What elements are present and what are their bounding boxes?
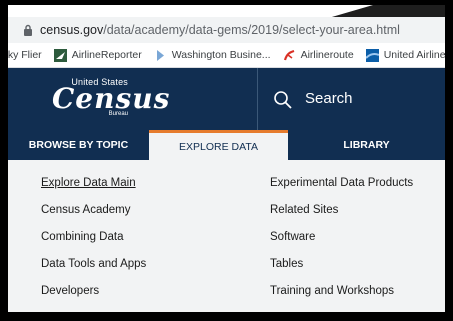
menu-link-training-and-workshops[interactable]: Training and Workshops [270,285,394,297]
menu-link-data-tools-and-apps[interactable]: Data Tools and Apps [41,258,146,270]
explore-data-menu: Explore Data Main Census Academy Combini… [8,160,445,312]
logo-main-text: Census [52,82,171,115]
united-airlines-icon [365,48,379,62]
search-icon[interactable] [273,90,293,110]
browser-window: census.gov/data/academy/data-gems/2019/s… [8,5,445,312]
bookmark-item[interactable]: United Airlines [365,48,445,62]
menu-link-census-academy[interactable]: Census Academy [41,204,131,216]
menu-link-developers[interactable]: Developers [41,285,99,297]
site-header: United States Census Bureau Search [8,68,445,130]
menu-link-related-sites[interactable]: Related Sites [270,204,338,216]
airline-reporter-icon [53,48,67,62]
menu-link-tables[interactable]: Tables [270,258,303,270]
bookmark-label: AirlineReporter [71,49,142,61]
main-nav: BROWSE BY TOPIC EXPLORE DATA LIBRARY [8,130,445,160]
menu-link-experimental-data-products[interactable]: Experimental Data Products [270,177,413,189]
url-path: /data/academy/data-gems/2019/select-your… [103,23,400,37]
bookmark-label: Airlineroute [300,49,354,61]
bookmark-item[interactable]: AirlineReporter [53,48,142,62]
lock-icon[interactable] [20,22,36,38]
menu-link-software[interactable]: Software [270,231,315,243]
tab-explore-data[interactable]: EXPLORE DATA [149,130,288,160]
tab-library[interactable]: LIBRARY [288,130,445,160]
header-divider [257,68,258,130]
bookmark-label: United Airlines [383,49,445,61]
census-logo[interactable]: United States Census Bureau [52,78,171,118]
bookmarks-bar: nky Flier AirlineReporter Washington Bus… [8,43,445,68]
bookmark-label: Washington Busine... [171,49,271,61]
menu-link-explore-data-main[interactable]: Explore Data Main [41,177,136,189]
bookmark-item[interactable]: Washington Busine... [154,49,271,62]
bookmark-item[interactable]: nky Flier [8,49,42,61]
url-domain: census.gov [40,23,104,37]
url-text[interactable]: census.gov/data/academy/data-gems/2019/s… [40,23,400,37]
address-bar[interactable]: census.gov/data/academy/data-gems/2019/s… [8,17,445,43]
washington-business-icon [154,49,167,62]
bookmark-item[interactable]: Airlineroute [283,49,354,62]
tab-browse-by-topic[interactable]: BROWSE BY TOPIC [8,130,149,160]
bookmark-label: nky Flier [8,49,42,61]
airlineroute-icon [283,49,296,62]
search-label[interactable]: Search [305,90,353,107]
menu-link-combining-data[interactable]: Combining Data [41,231,123,243]
